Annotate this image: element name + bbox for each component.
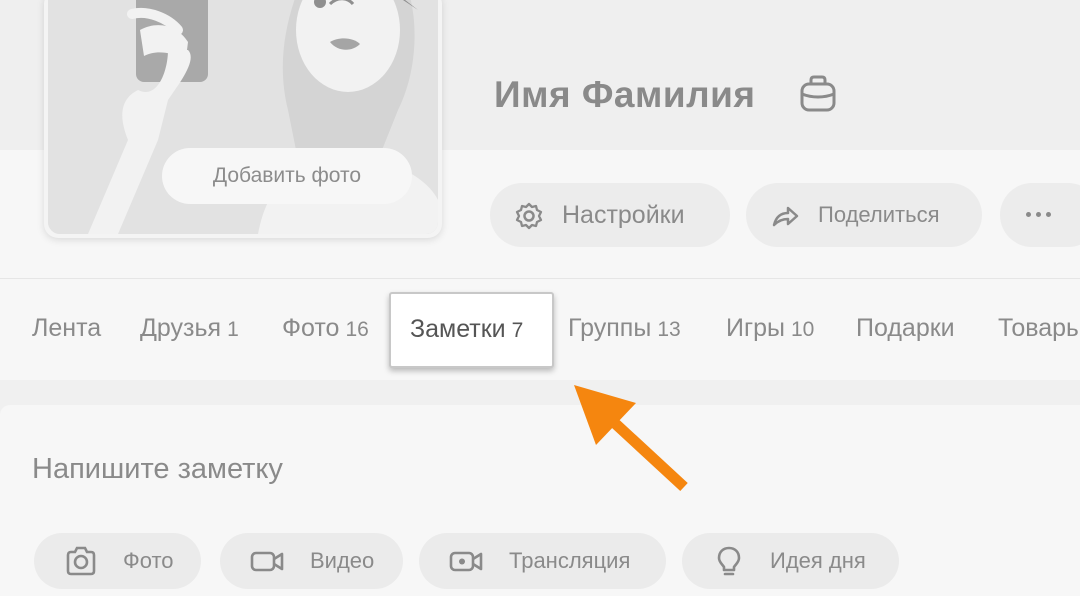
tab-label: Фото [282, 314, 340, 342]
highlight-arrow-icon [574, 385, 688, 492]
share-arrow-icon [772, 206, 799, 227]
tab-gifts[interactable]: Подарки [856, 314, 955, 343]
share-label: Поделиться [818, 202, 940, 227]
tab-count: 10 [790, 318, 815, 341]
tabs-divider [0, 278, 1080, 279]
video-camera-icon [250, 551, 284, 572]
tab-notes[interactable]: Заметки 7 [389, 292, 554, 368]
tab-feed[interactable]: Лента [32, 314, 101, 343]
chip-label: Видео [310, 548, 375, 573]
share-button[interactable]: Поделиться [746, 183, 982, 247]
tab-photos[interactable]: Фото 16 [282, 314, 369, 343]
tab-count: 16 [345, 318, 369, 341]
note-composer: Напишите заметку Фото Видео Трансляция И… [0, 405, 1080, 596]
more-dots-icon [1026, 212, 1051, 217]
idea-of-day-button[interactable]: Идея дня [682, 533, 899, 589]
avatar-card: Добавить фото [44, 0, 442, 238]
note-input[interactable]: Напишите заметку [32, 453, 283, 486]
profile-tabs: Лента Друзья 1 Фото 16 Заметки 7 Группы 13 И… [0, 292, 1080, 368]
chip-label: Трансляция [509, 548, 631, 573]
settings-label: Настройки [562, 200, 685, 229]
settings-button[interactable]: Настройки [490, 183, 730, 247]
attach-photo-button[interactable]: Фото [34, 533, 201, 589]
tab-label: Игры [726, 314, 785, 342]
attach-video-button[interactable]: Видео [220, 533, 403, 589]
tab-count: 13 [657, 318, 681, 341]
tab-games[interactable]: Игры 10 [726, 314, 814, 343]
chip-label: Фото [123, 548, 174, 573]
tab-label: Группы [568, 314, 652, 342]
gear-icon [515, 202, 543, 230]
tab-label: Друзья [140, 314, 222, 342]
profile-name: Имя Фамилия [494, 74, 756, 115]
lightbulb-icon [717, 546, 741, 576]
tab-label: Лента [32, 314, 102, 342]
tab-label: Товары [998, 314, 1080, 342]
tab-label: Подарки [856, 314, 955, 342]
live-stream-icon [449, 551, 483, 572]
tab-groups[interactable]: Группы 13 [568, 314, 681, 343]
live-stream-button[interactable]: Трансляция [419, 533, 666, 589]
camera-icon [66, 546, 96, 576]
add-photo-button[interactable]: Добавить фото [162, 148, 412, 204]
tab-goods[interactable]: Товары [998, 314, 1080, 343]
chip-label: Идея дня [770, 548, 866, 573]
tab-friends[interactable]: Друзья 1 [140, 314, 239, 343]
more-options-button[interactable] [1000, 183, 1080, 247]
tab-count: 7 [511, 319, 524, 342]
tab-label: Заметки [410, 315, 506, 343]
briefcase-icon[interactable] [798, 74, 838, 114]
tab-count: 1 [227, 318, 239, 341]
